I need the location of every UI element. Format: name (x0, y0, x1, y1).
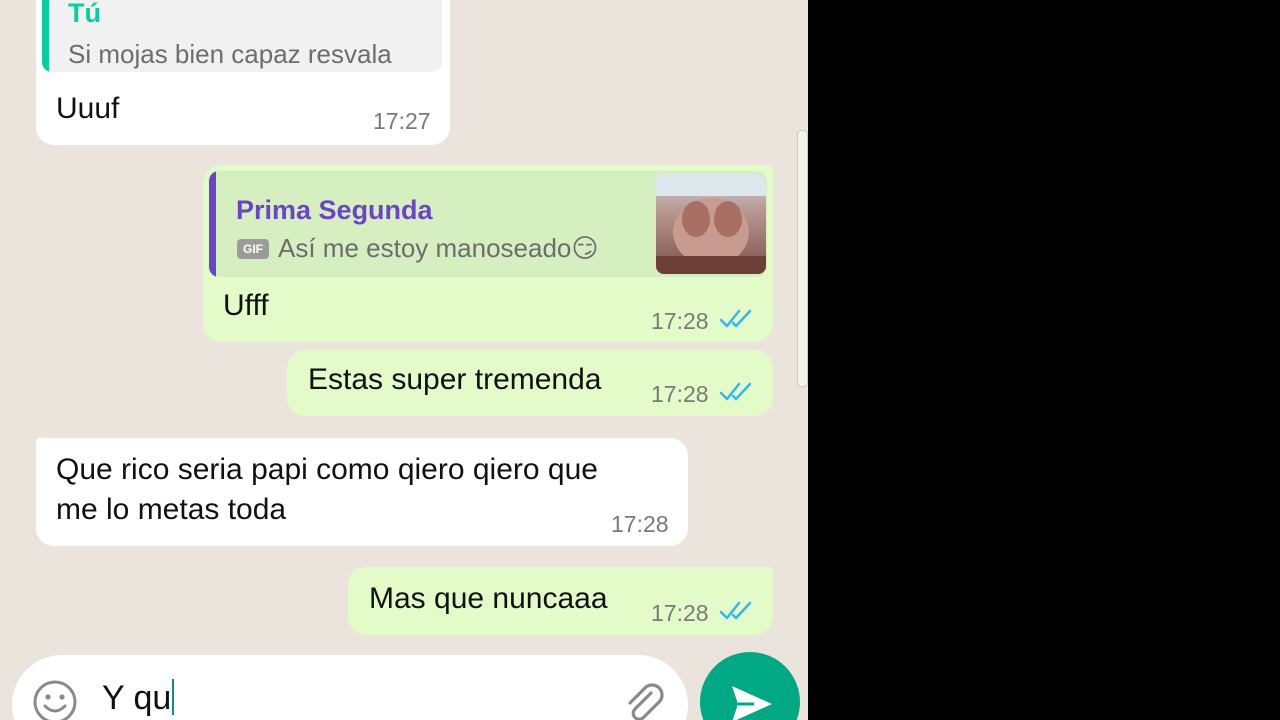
message-text: Uuuf (56, 92, 120, 125)
scrollbar[interactable] (797, 130, 808, 387)
read-receipt-icon (719, 309, 752, 328)
message-time: 17:27 (373, 108, 431, 134)
read-receipt-icon (719, 601, 752, 620)
message-text: Estas super tremenda (308, 363, 602, 396)
message-time: 17:28 (651, 381, 709, 407)
gif-thumbnail[interactable] (656, 174, 766, 274)
message-text: Mas que nuncaaa (369, 582, 608, 615)
message-bubble-incoming[interactable]: Que rico seria papi como qiero qiero que… (36, 438, 688, 546)
quote-author: Tú (68, 0, 101, 28)
message-bubble-incoming[interactable]: Tú Si mojas bien capaz resvala Uuuf 17:2… (36, 0, 450, 145)
read-receipt-icon (719, 382, 752, 401)
quote-text: Si mojas bien capaz resvala (68, 39, 392, 69)
text-caret (172, 679, 175, 715)
message-time: 17:28 (651, 308, 709, 334)
quote-author: Prima Segunda (236, 195, 433, 225)
message-bubble-outgoing[interactable]: Mas que nuncaaa 17:28 (348, 567, 773, 635)
quoted-message[interactable]: Tú Si mojas bien capaz resvala (42, 0, 442, 72)
message-time: 17:28 (651, 600, 709, 626)
message-text: Ufff (223, 289, 269, 322)
quote-accent-bar (209, 171, 216, 277)
quote-text: Así me estoy manoseado😏 (278, 233, 599, 263)
quoted-message[interactable]: Prima Segunda GIF Así me estoy manoseado… (209, 171, 767, 277)
message-time: 17:28 (611, 511, 669, 537)
send-button[interactable] (700, 652, 800, 720)
chat-screen: Tú Si mojas bien capaz resvala Uuuf 17:2… (0, 0, 808, 720)
quote-accent-bar (42, 0, 49, 72)
message-bubble-outgoing[interactable]: Prima Segunda GIF Así me estoy manoseado… (203, 165, 773, 342)
paperclip-icon[interactable] (618, 677, 670, 720)
emoji-icon[interactable] (32, 679, 78, 720)
message-text: Que rico seria papi como qiero qiero que… (56, 453, 598, 526)
gif-badge: GIF (237, 239, 269, 259)
message-input-value: Y qu (102, 679, 172, 717)
message-bubble-outgoing[interactable]: Estas super tremenda 17:28 (287, 350, 773, 416)
message-input-bar[interactable]: Y qu (12, 655, 688, 720)
send-icon (732, 686, 772, 720)
message-input-field[interactable]: Y qu (102, 679, 175, 718)
